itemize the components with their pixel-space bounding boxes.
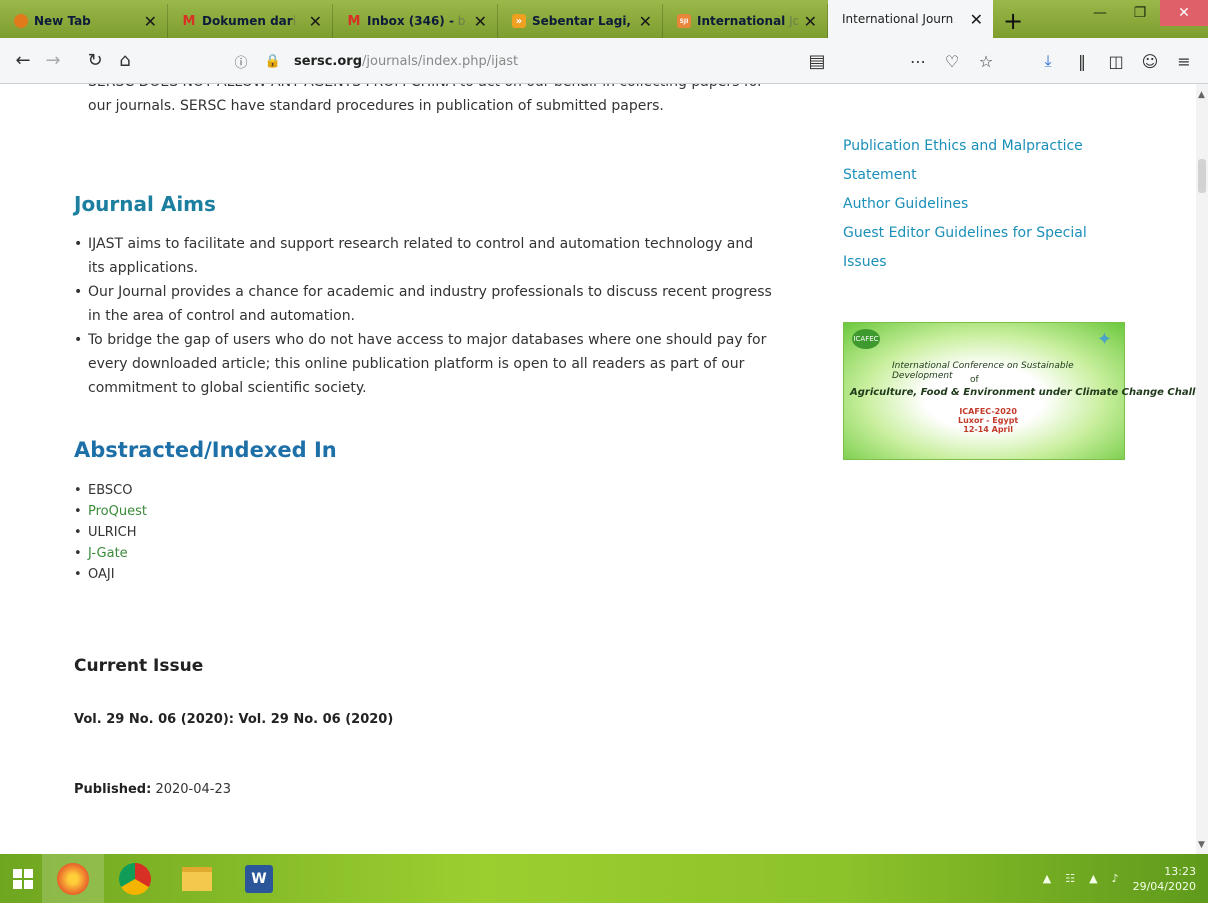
firefox-icon xyxy=(57,862,89,895)
tab-inbox[interactable]: M Inbox (346) - b ✕ xyxy=(333,4,498,38)
forward-arrow-icon[interactable]: → xyxy=(38,46,68,76)
insecure-lock-icon[interactable]: 🔒 xyxy=(262,54,284,69)
scroll-down-icon[interactable]: ▼ xyxy=(1198,840,1205,850)
list-item: ULRICH xyxy=(74,522,147,543)
tab-label: New Tab xyxy=(34,14,91,28)
close-tab-icon[interactable]: ✕ xyxy=(970,10,983,29)
sidebar-link-ethics[interactable]: Publication Ethics and Malpractice State… xyxy=(843,132,1133,190)
tab-international-active[interactable]: International Journ ✕ xyxy=(828,0,993,38)
close-tab-icon[interactable]: ✕ xyxy=(639,12,652,31)
sersc-icon: SJI xyxy=(677,14,691,28)
gmail-icon: M xyxy=(347,13,361,29)
network-status-icon[interactable]: ☷ xyxy=(1065,872,1075,885)
pocket-icon[interactable]: ♡ xyxy=(938,46,966,76)
close-tab-icon[interactable]: ✕ xyxy=(144,12,157,31)
url-bar[interactable]: ⓘ 🔒 sersc.org/journals/index.php/ijast xyxy=(230,46,830,76)
restore-icon[interactable]: ❐ xyxy=(1120,0,1160,26)
bookmark-star-icon[interactable]: ☆ xyxy=(972,46,1000,76)
published-line: Published: 2020-04-23 xyxy=(74,778,231,802)
clock[interactable]: 13:23 29/04/2020 xyxy=(1133,864,1196,894)
windows-start-icon[interactable] xyxy=(4,854,42,903)
firefox-icon xyxy=(14,14,28,28)
url-path: /journals/index.php/ijast xyxy=(362,53,519,69)
proquest-link[interactable]: ProQuest xyxy=(74,501,147,522)
home-icon[interactable]: ⌂ xyxy=(110,46,140,76)
navigation-toolbar: ← → ↻ ⌂ ⓘ 🔒 sersc.org/journals/index.php… xyxy=(0,38,1208,84)
volume-icon[interactable]: ♪ xyxy=(1112,872,1119,885)
issue-title-link[interactable]: Vol. 29 No. 06 (2020): Vol. 29 No. 06 (2… xyxy=(74,708,393,732)
wifi-signal-icon[interactable]: ▲ xyxy=(1089,872,1097,885)
list-item: EBSCO xyxy=(74,480,147,501)
tab-label: Dokumen dar xyxy=(202,14,293,28)
sidebar-link-guest-editor[interactable]: Guest Editor Guidelines for Special Issu… xyxy=(843,219,1133,277)
list-item: SERSC DOES NOT ALLOW ANY AGENTS FROM CHI… xyxy=(74,84,774,118)
indexed-list: EBSCO ProQuest ULRICH J-Gate OAJI xyxy=(74,480,147,585)
close-tab-icon[interactable]: ✕ xyxy=(474,12,487,31)
current-issue-heading: Current Issue xyxy=(74,656,204,676)
show-hidden-icons[interactable]: ▲ xyxy=(1043,872,1051,885)
library-icon[interactable]: ‖ xyxy=(1068,46,1096,76)
tab-label: International Journ xyxy=(842,12,954,26)
aims-list: IJAST aims to facilitate and support res… xyxy=(74,232,774,400)
indexed-heading: Abstracted/Indexed In xyxy=(74,438,337,462)
tab-strip: New Tab ✕ M Dokumen dari ✕ M Inbox (346)… xyxy=(0,0,1208,38)
close-tab-icon[interactable]: ✕ xyxy=(309,12,322,31)
menu-icon[interactable]: ≡ xyxy=(1170,46,1198,76)
tab-sebentar[interactable]: » Sebentar Lagi, I ✕ xyxy=(498,4,663,38)
word-icon: W xyxy=(245,864,273,893)
chrome-taskbar-icon[interactable] xyxy=(104,854,166,903)
list-item: Our Journal provides a chance for academ… xyxy=(74,280,774,328)
sidebar-icon[interactable]: ◫ xyxy=(1102,46,1130,76)
tab-label: International xyxy=(697,14,786,28)
chrome-icon xyxy=(119,862,151,895)
list-item: To bridge the gap of users who do not ha… xyxy=(74,328,774,400)
download-icon[interactable]: ⤓ xyxy=(1034,46,1062,76)
tab-international-1[interactable]: SJI International Jo ✕ xyxy=(663,4,828,38)
scroll-up-icon[interactable]: ▲ xyxy=(1198,90,1205,100)
folder-icon xyxy=(182,866,212,891)
file-explorer-taskbar-icon[interactable] xyxy=(166,854,228,903)
windows-taskbar: W ▲ ☷ ▲ ♪ 13:23 29/04/2020 xyxy=(0,854,1208,903)
tab-dokumen[interactable]: M Dokumen dari ✕ xyxy=(168,4,333,38)
site-icon: » xyxy=(512,14,526,28)
info-icon[interactable]: ⓘ xyxy=(230,52,252,71)
vertical-scrollbar[interactable]: ▲ ▼ xyxy=(1196,84,1208,854)
gmail-icon: M xyxy=(182,13,196,29)
published-date: 2020-04-23 xyxy=(155,782,232,797)
conference-banner[interactable]: ICAFEC ✦ International Conference on Sus… xyxy=(843,322,1196,460)
tab-new-tab[interactable]: New Tab ✕ xyxy=(0,4,168,38)
published-label: Published: xyxy=(74,782,152,797)
web-page: SERSC DOES NOT ALLOW ANY AGENTS FROM CHI… xyxy=(0,84,1196,854)
toolbar-right: ⋯ ♡ ☆ ⤓ ‖ ◫ ☺ ≡ xyxy=(904,46,1198,76)
word-taskbar-icon[interactable]: W xyxy=(228,854,290,903)
list-item: IJAST aims to facilitate and support res… xyxy=(74,232,774,280)
firefox-taskbar-icon[interactable] xyxy=(42,854,104,903)
tab-label: Sebentar Lagi, xyxy=(532,14,631,28)
scroll-thumb[interactable] xyxy=(1198,159,1206,193)
window-controls: — ❐ ✕ xyxy=(1080,0,1208,26)
new-tab-button[interactable]: + xyxy=(993,4,1033,38)
reader-view-icon[interactable]: ▤ xyxy=(802,46,832,76)
close-window-icon[interactable]: ✕ xyxy=(1160,0,1208,26)
tab-label: Inbox (346) - xyxy=(367,14,454,28)
back-arrow-icon[interactable]: ← xyxy=(8,46,38,76)
list-item: OAJI xyxy=(74,564,147,585)
reload-icon[interactable]: ↻ xyxy=(80,46,110,76)
system-tray: ▲ ☷ ▲ ♪ 13:23 29/04/2020 xyxy=(1043,854,1196,903)
close-tab-icon[interactable]: ✕ xyxy=(804,12,817,31)
jgate-link[interactable]: J-Gate xyxy=(74,543,147,564)
journal-aims-heading: Journal Aims xyxy=(74,192,216,216)
icafec-logo: ICAFEC xyxy=(852,329,880,349)
url-host: sersc.org xyxy=(294,53,362,69)
globe-star-icon: ✦ xyxy=(1096,329,1112,350)
sidebar: Publication Ethics and Malpractice State… xyxy=(843,132,1133,277)
minimize-icon[interactable]: — xyxy=(1080,0,1120,26)
sidebar-link-author-guidelines[interactable]: Author Guidelines xyxy=(843,190,1133,219)
account-icon[interactable]: ☺ xyxy=(1136,46,1164,76)
page-actions-icon[interactable]: ⋯ xyxy=(904,46,932,76)
